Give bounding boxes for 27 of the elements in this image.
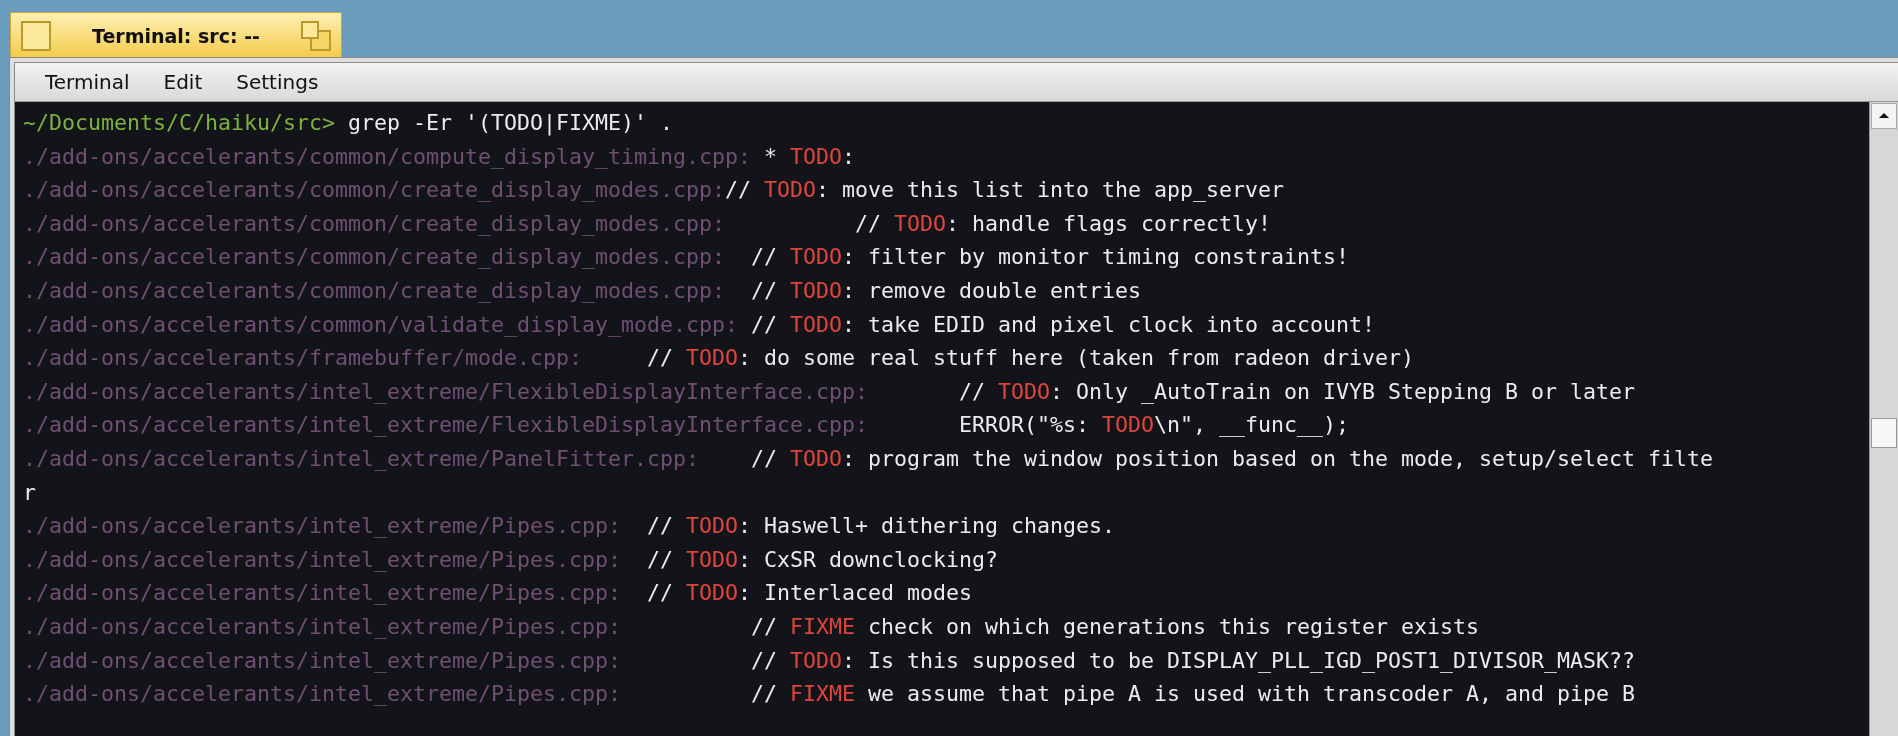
window-title: Terminal: src: -- bbox=[91, 24, 261, 47]
terminal-line: ./add-ons/accelerants/common/create_display_modes.cpp:// TODO: move this list into the app_server bbox=[23, 176, 1286, 205]
terminal-line: ./add-ons/accelerants/intel_extreme/Pipes.cpp: // TODO: Is this supposed to be DISPLAY_PLL_IGD_POST1_DIVISOR_MASK?? bbox=[23, 646, 1637, 675]
terminal-line: ./add-ons/accelerants/common/compute_display_timing.cpp: * TODO: bbox=[23, 142, 857, 171]
terminal-line: ./add-ons/accelerants/intel_extreme/FlexibleDisplayInterface.cpp: // TODO: Only _AutoTrain on IVYB Stepping B or later bbox=[23, 377, 1637, 406]
terminal-line: ./add-ons/accelerants/framebuffer/mode.cpp: // TODO: do some real stuff here (taken from radeon driver) bbox=[23, 344, 1416, 373]
terminal-line: ./add-ons/accelerants/intel_extreme/Pipes.cpp: // TODO: Haswell+ dithering changes. bbox=[23, 512, 1117, 541]
terminal-line: ./add-ons/accelerants/common/validate_display_mode.cpp: // TODO: take EDID and pixel clock into account! bbox=[23, 310, 1377, 339]
zoom-box-icon[interactable] bbox=[301, 20, 331, 51]
terminal-line: r bbox=[23, 478, 37, 507]
terminal-line: ./add-ons/accelerants/intel_extreme/FlexibleDisplayInterface.cpp: ERROR("%s: TODO\n", __func__); bbox=[23, 411, 1351, 440]
terminal-line: ./add-ons/accelerants/intel_extreme/Pipes.cpp: // FIXME we assume that pipe A is used with transcoder A, and pipe B bbox=[23, 680, 1637, 709]
terminal-line: ./add-ons/accelerants/common/create_display_modes.cpp: // TODO: remove double entries bbox=[23, 276, 1143, 305]
terminal-line: ./add-ons/accelerants/intel_extreme/PanelFitter.cpp: // TODO: program the window position based on the mode, setup/select filte bbox=[23, 444, 1715, 473]
menu-item[interactable]: Terminal bbox=[29, 66, 146, 98]
terminal-line: ~/Documents/C/haiku/src> grep -Er '(TODO|FIXME)' . bbox=[23, 109, 675, 138]
menu-item[interactable]: Settings bbox=[220, 66, 335, 98]
close-box-icon[interactable] bbox=[21, 20, 51, 51]
scroll-up-icon[interactable] bbox=[1871, 103, 1897, 129]
scroll-thumb-icon[interactable] bbox=[1871, 418, 1897, 448]
terminal-line: ./add-ons/accelerants/common/create_display_modes.cpp: // TODO: handle flags correctly! bbox=[23, 209, 1273, 238]
terminal-line: ./add-ons/accelerants/intel_extreme/Pipes.cpp: // FIXME check on which generations this register exists bbox=[23, 612, 1481, 641]
terminal-line: ./add-ons/accelerants/intel_extreme/Pipes.cpp: // TODO: Interlaced modes bbox=[23, 579, 974, 608]
terminal-line: ./add-ons/accelerants/intel_extreme/Pipes.cpp: // TODO: CxSR downclocking? bbox=[23, 545, 1000, 574]
terminal-line: ./add-ons/accelerants/common/create_display_modes.cpp: // TODO: filter by monitor timing constraints! bbox=[23, 243, 1351, 272]
scrollbar[interactable] bbox=[1869, 102, 1898, 736]
menu-item[interactable]: Edit bbox=[147, 66, 219, 98]
